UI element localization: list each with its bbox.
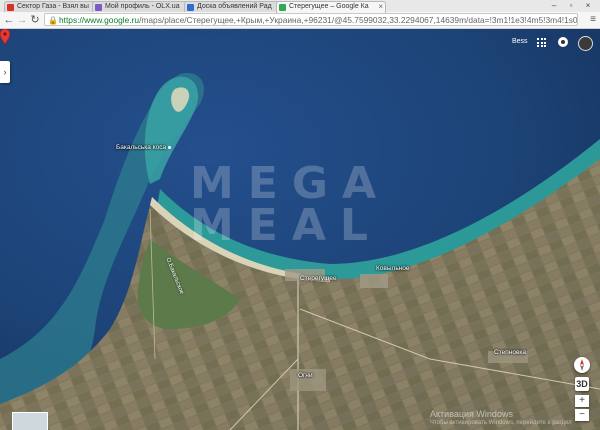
maximize-button[interactable]: ▫ <box>563 0 579 11</box>
browser-menu-icon[interactable]: ≡ <box>590 13 596 27</box>
address-bar[interactable]: 🔒 https://www.google.ru/maps/place/Стере… <box>44 13 578 26</box>
tab-title: Стерегущее – Google Ка <box>289 3 369 10</box>
place-label-text: Ковыльное <box>376 265 410 272</box>
board-favicon-icon <box>187 4 194 11</box>
account-name[interactable]: Bess <box>512 38 528 45</box>
minimize-button[interactable]: – <box>546 0 562 11</box>
lock-icon: 🔒 <box>48 16 58 25</box>
youtube-favicon-icon <box>7 4 14 11</box>
place-label-east-village[interactable]: Ковыльное <box>376 265 410 272</box>
tab-title: Сектор Газа - Взял вы <box>17 3 89 10</box>
windows-activation-text: Активация Windows <box>430 409 513 419</box>
url-path: /maps/place/Стерегущее,+Крым,+Украина,+9… <box>139 15 578 25</box>
url-host: https://www.google.ru <box>59 15 140 25</box>
3d-toggle-button[interactable]: 3D <box>575 377 589 391</box>
forward-button[interactable]: → <box>15 13 29 27</box>
tab-close-icon[interactable]: × <box>378 2 383 12</box>
place-label-far-village[interactable]: Степновка <box>494 349 526 356</box>
windows-activation-subtext: Чтобы активировать Windows, перейдите в … <box>430 420 572 426</box>
olx-favicon-icon <box>95 4 102 11</box>
earth-view-thumbnail[interactable] <box>12 412 48 430</box>
zoom-in-button[interactable]: + <box>575 395 589 407</box>
place-label-spit[interactable]: Бакальська коса <box>116 144 172 151</box>
browser-toolbar: ← → ↻ 🔒 https://www.google.ru/maps/place… <box>0 12 600 29</box>
satellite-map[interactable]: › Bess Бакальська коса Стерегущее Ковыль… <box>0 29 600 430</box>
tab-title: Доска объявлений Рад <box>197 3 272 10</box>
place-label-village[interactable]: Стерегущее <box>300 275 337 282</box>
tab-google-maps[interactable]: Стерегущее – Google Ка × <box>276 1 386 13</box>
zoom-out-button[interactable]: − <box>575 409 589 421</box>
place-dot-icon <box>168 145 172 149</box>
google-apps-icon[interactable] <box>537 38 546 47</box>
place-label-text: Стерегущее <box>300 275 337 282</box>
watermark: MEGA MEAL <box>190 158 391 251</box>
location-pin-icon[interactable] <box>0 29 10 44</box>
place-label-text: Огни <box>298 372 313 379</box>
sidebar-toggle-button[interactable]: › <box>0 61 10 83</box>
compass-icon[interactable] <box>574 357 590 373</box>
place-label-south-village[interactable]: Огни <box>298 372 313 379</box>
tab-title: Мой профиль - OLX.ua <box>105 3 180 10</box>
back-button[interactable]: ← <box>2 13 16 27</box>
notifications-icon[interactable] <box>558 37 568 47</box>
place-label-text: Степновка <box>494 349 526 356</box>
reload-button[interactable]: ↻ <box>28 13 42 27</box>
compass-needle-icon <box>580 359 584 371</box>
google-maps-favicon-icon <box>279 4 286 11</box>
place-label-text: Бакальська коса <box>116 144 167 151</box>
avatar[interactable] <box>578 36 593 51</box>
close-window-button[interactable]: × <box>580 0 596 11</box>
